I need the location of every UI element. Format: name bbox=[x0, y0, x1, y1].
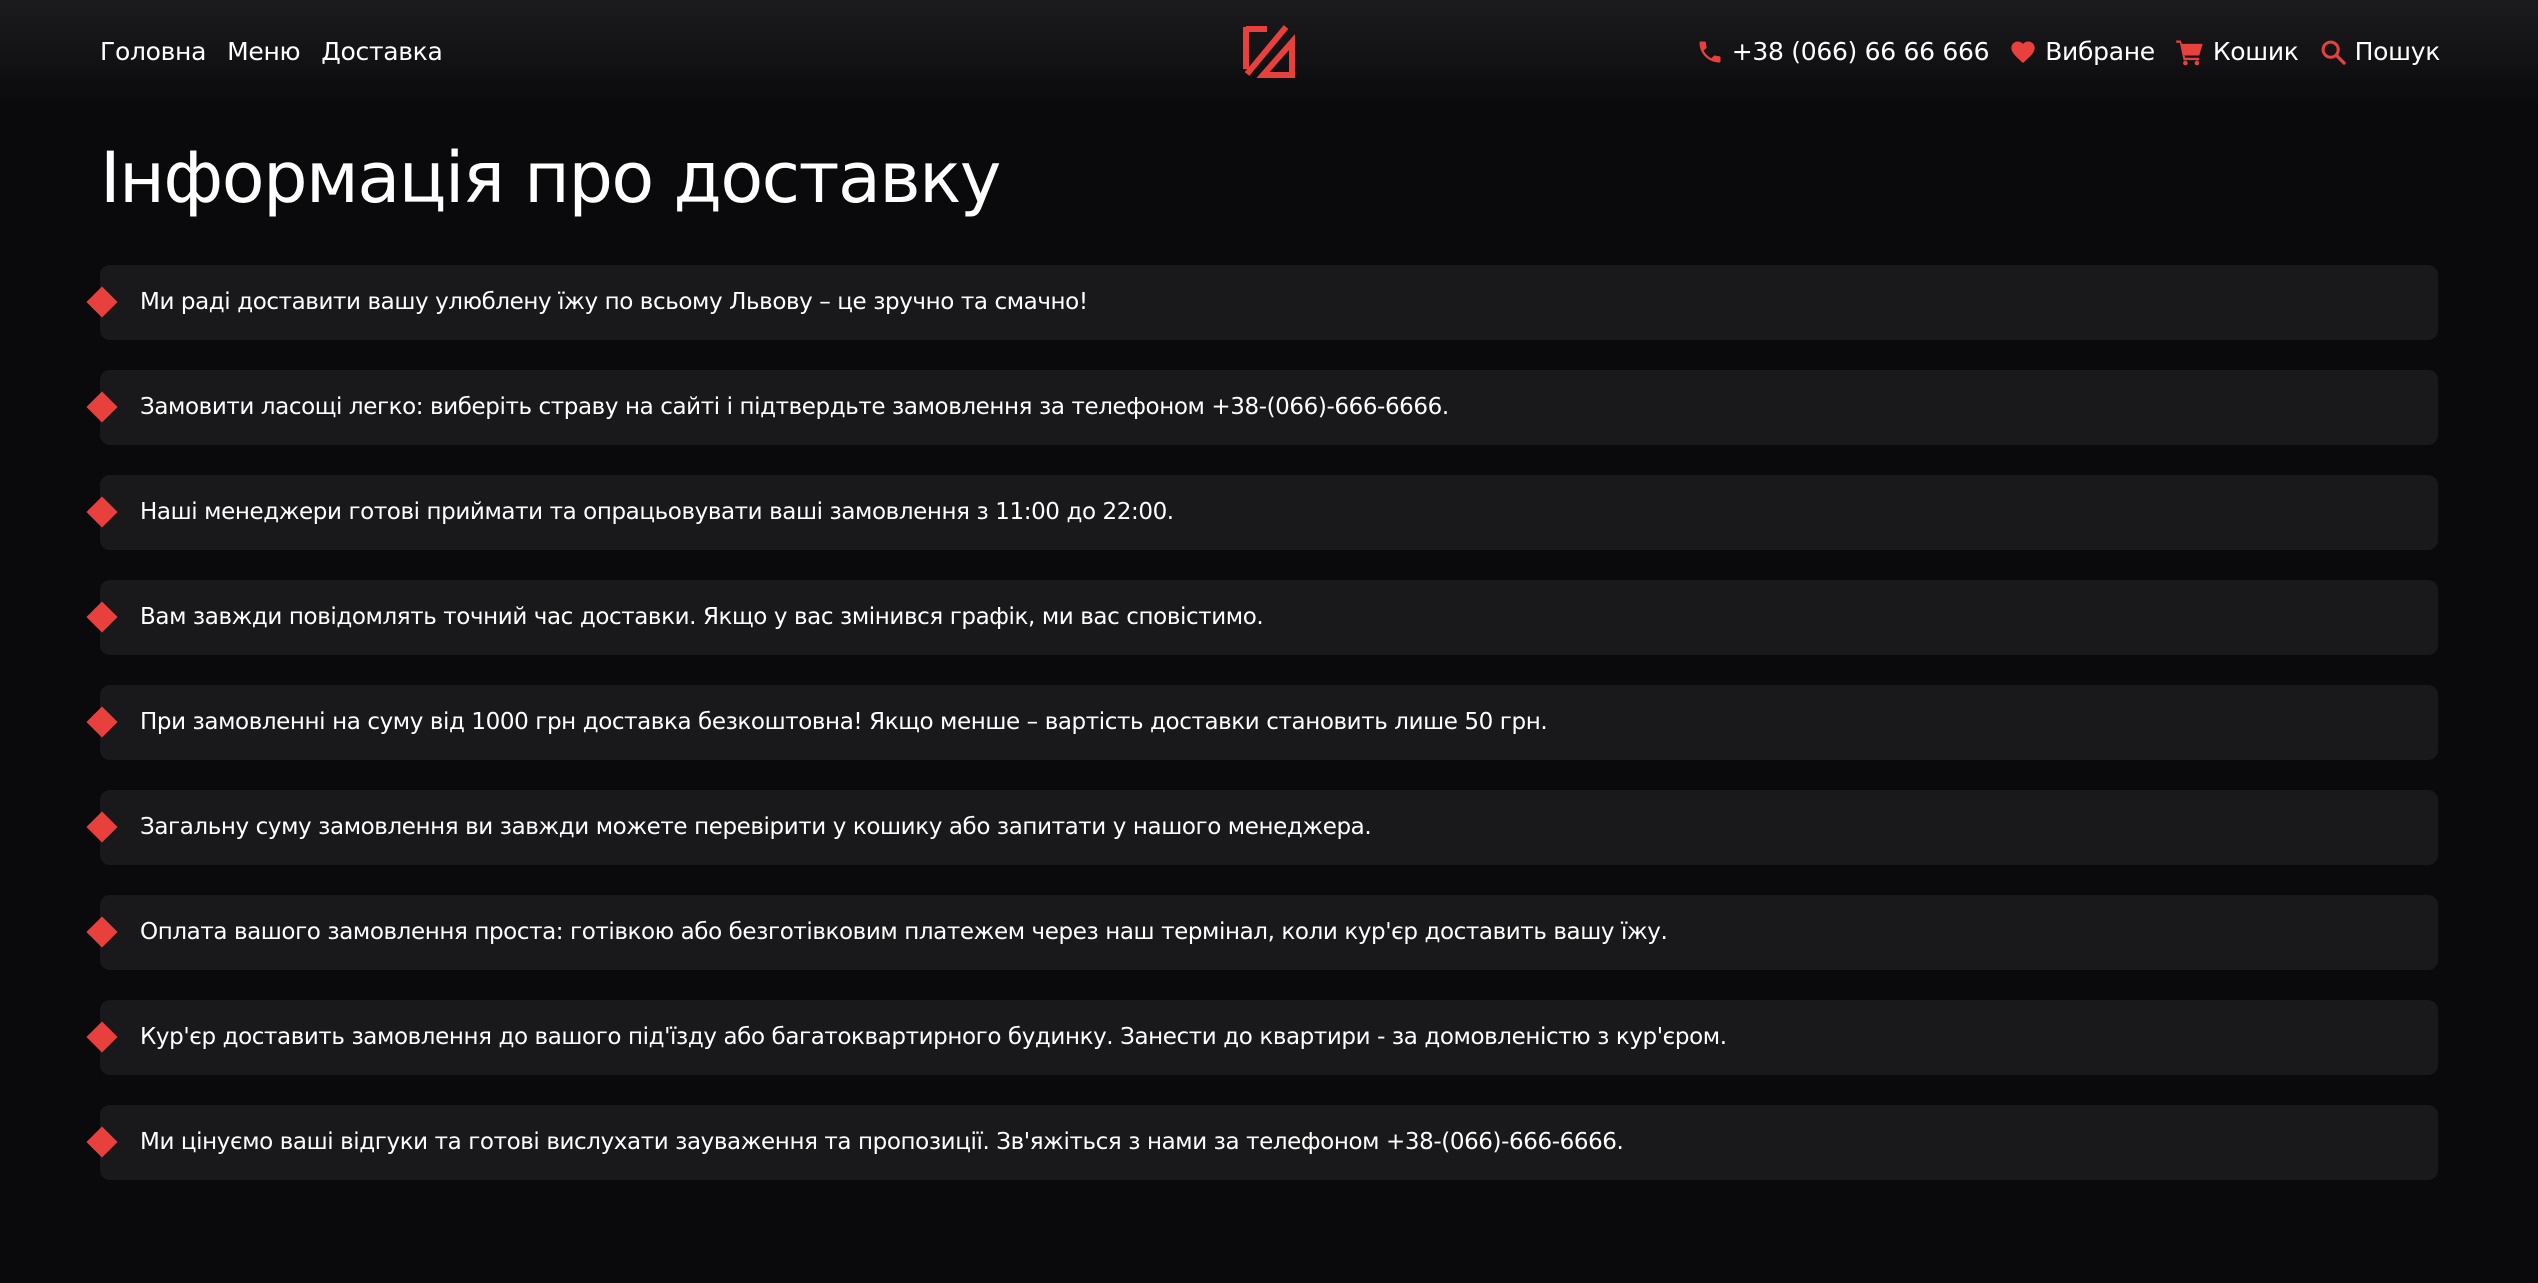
delivery-info-list: Ми раді доставити вашу улюблену їжу по в… bbox=[86, 265, 2438, 1210]
info-item-text: Вам завжди повідомлять точний час достав… bbox=[140, 604, 1264, 630]
search-label: Пошук bbox=[2354, 37, 2441, 66]
cart-label: Кошик bbox=[2212, 37, 2299, 66]
page-title: Інформація про доставку bbox=[100, 137, 1001, 219]
phone-number: +38 (066) 66 66 666 bbox=[1731, 37, 1990, 66]
info-item-text: Оплата вашого замовлення проста: готівко… bbox=[140, 919, 1668, 945]
phone-icon bbox=[1696, 38, 1724, 66]
info-item: Оплата вашого замовлення проста: готівко… bbox=[86, 895, 2438, 970]
diamond-bullet-icon bbox=[86, 1126, 118, 1158]
search-icon bbox=[2319, 38, 2347, 66]
info-item-text: Кур'єр доставить замовлення до вашого пі… bbox=[140, 1024, 1727, 1050]
nav-menu-link[interactable]: Меню bbox=[227, 30, 300, 74]
nav-delivery-link[interactable]: Доставка bbox=[321, 30, 443, 74]
info-item-text: При замовленні на суму від 1000 грн дост… bbox=[140, 709, 1548, 735]
diamond-bullet-icon bbox=[86, 811, 118, 843]
diamond-bullet-icon bbox=[86, 916, 118, 948]
diamond-bullet-icon bbox=[86, 286, 118, 318]
cart-icon bbox=[2175, 38, 2205, 66]
info-item: Вам завжди повідомлять точний час достав… bbox=[86, 580, 2438, 655]
diamond-bullet-icon bbox=[86, 391, 118, 423]
info-item: Кур'єр доставить замовлення до вашого пі… bbox=[86, 1000, 2438, 1075]
info-item-text: Загальну суму замовлення ви завжди может… bbox=[140, 814, 1372, 840]
info-item: Загальну суму замовлення ви завжди может… bbox=[86, 790, 2438, 865]
info-item: Ми цінуємо ваші відгуки та готові вислух… bbox=[86, 1105, 2438, 1180]
favorites-label: Вибране bbox=[2045, 37, 2155, 66]
diamond-bullet-icon bbox=[86, 496, 118, 528]
info-item-text: Ми цінуємо ваші відгуки та готові вислух… bbox=[140, 1129, 1624, 1155]
header-actions: +38 (066) 66 66 666 Вибране Кошик Пошук bbox=[1696, 30, 2440, 74]
info-item: При замовленні на суму від 1000 грн дост… bbox=[86, 685, 2438, 760]
info-item-text: Наші менеджери готові приймати та опраць… bbox=[140, 499, 1174, 525]
favorites-link[interactable]: Вибране bbox=[2009, 30, 2155, 74]
diamond-bullet-icon bbox=[86, 706, 118, 738]
diamond-bullet-icon bbox=[86, 1021, 118, 1053]
info-item: Наші менеджери готові приймати та опраць… bbox=[86, 475, 2438, 550]
main-nav: Головна Меню Доставка bbox=[100, 30, 443, 74]
nav-home-link[interactable]: Головна bbox=[100, 30, 206, 74]
heart-icon bbox=[2009, 38, 2037, 66]
diamond-bullet-icon bbox=[86, 601, 118, 633]
search-link[interactable]: Пошук bbox=[2319, 30, 2440, 74]
brand-logo-icon[interactable] bbox=[1241, 24, 1297, 80]
info-item: Замовити ласощі легко: виберіть страву н… bbox=[86, 370, 2438, 445]
site-header: Головна Меню Доставка +38 (066) 66 66 66… bbox=[0, 0, 2538, 104]
info-item-text: Ми раді доставити вашу улюблену їжу по в… bbox=[140, 289, 1088, 315]
phone-link[interactable]: +38 (066) 66 66 666 bbox=[1696, 30, 1990, 74]
cart-link[interactable]: Кошик bbox=[2175, 30, 2299, 74]
info-item-text: Замовити ласощі легко: виберіть страву н… bbox=[140, 394, 1449, 420]
info-item: Ми раді доставити вашу улюблену їжу по в… bbox=[86, 265, 2438, 340]
